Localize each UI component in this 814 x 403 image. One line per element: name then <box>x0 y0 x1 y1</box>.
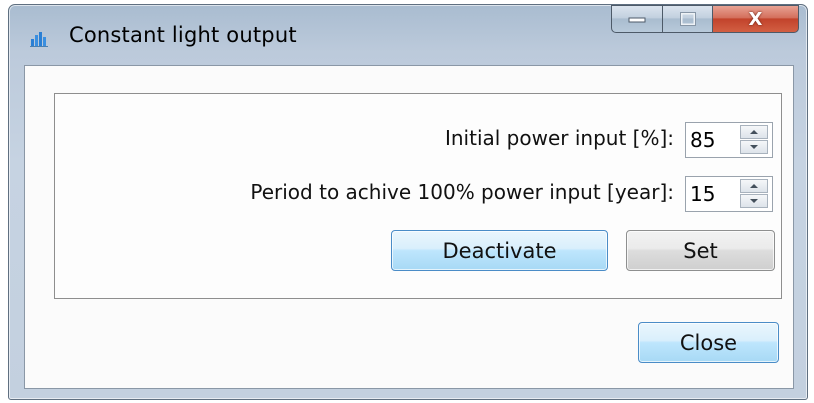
initial-power-stepper <box>740 125 770 155</box>
period-stepper <box>740 179 770 209</box>
minimize-button[interactable] <box>611 5 663 33</box>
maximize-icon <box>679 12 696 26</box>
period-value[interactable]: 15 <box>690 182 715 206</box>
chevron-down-icon <box>750 199 758 203</box>
period-decrement-button[interactable] <box>740 194 768 208</box>
period-spinbox[interactable]: 15 <box>685 176 773 212</box>
close-window-button[interactable]: X <box>713 5 799 33</box>
close-button[interactable]: Close <box>638 322 779 363</box>
initial-power-label: Initial power input [%]: <box>444 126 674 150</box>
title-bar[interactable]: Constant light output X <box>9 5 807 65</box>
dialog-body: Initial power input [%]: 85 Period to ac… <box>24 65 794 389</box>
chevron-down-icon <box>750 145 758 149</box>
initial-power-value[interactable]: 85 <box>690 128 715 152</box>
maximize-button[interactable] <box>663 5 713 33</box>
minimize-icon <box>628 17 646 23</box>
bar-chart-icon <box>30 32 48 47</box>
window-title: Constant light output <box>69 23 297 47</box>
deactivate-button[interactable]: Deactivate <box>391 230 608 271</box>
settings-group: Initial power input [%]: 85 Period to ac… <box>54 93 782 299</box>
close-icon: X <box>748 8 763 30</box>
initial-power-decrement-button[interactable] <box>740 140 768 154</box>
set-button[interactable]: Set <box>626 230 775 271</box>
initial-power-increment-button[interactable] <box>740 125 768 139</box>
chevron-up-icon <box>750 130 758 134</box>
caption-buttons: X <box>611 5 799 33</box>
dialog-window: Constant light output X Initial power in… <box>8 4 808 400</box>
initial-power-spinbox[interactable]: 85 <box>685 122 773 158</box>
period-increment-button[interactable] <box>740 179 768 193</box>
chevron-up-icon <box>750 184 758 188</box>
period-label: Period to achive 100% power input [year]… <box>250 180 674 204</box>
